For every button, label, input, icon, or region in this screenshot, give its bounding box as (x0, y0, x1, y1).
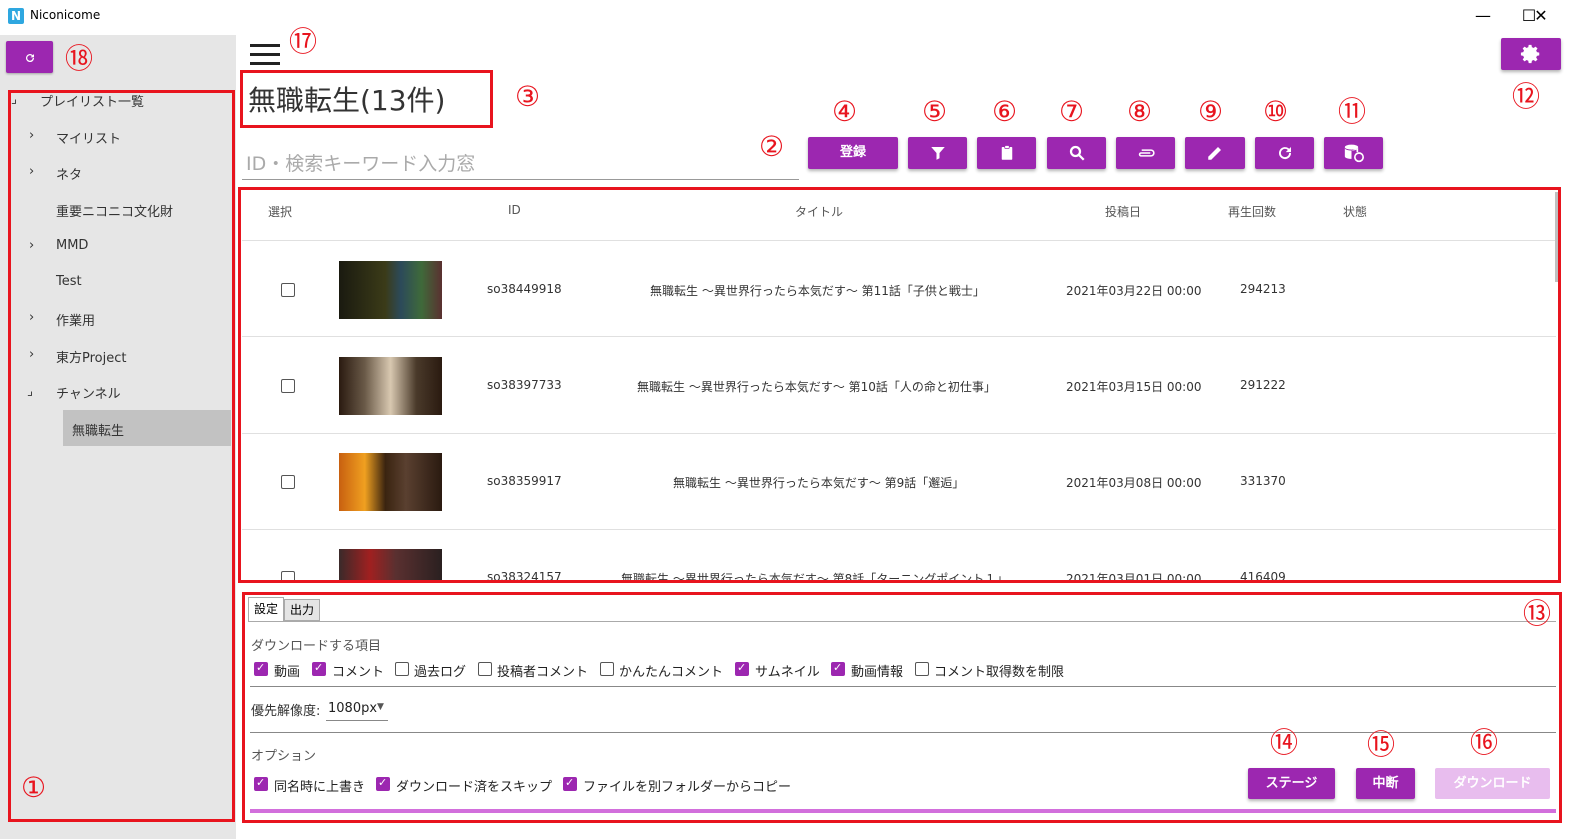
close-button[interactable]: ✕ (1518, 4, 1564, 28)
annotation-1: ① (21, 771, 47, 804)
annotation-8: ⑧ (1127, 95, 1153, 128)
annotation-2: ② (759, 130, 785, 163)
annotation-4: ④ (832, 95, 858, 128)
menu-icon[interactable] (250, 44, 280, 66)
annotation-7: ⑦ (1059, 95, 1085, 128)
register-button[interactable]: 登録 (808, 137, 898, 169)
edit-button[interactable] (1185, 137, 1245, 169)
paperclip-icon (1138, 148, 1155, 157)
annotation-18: ⑱ (65, 42, 94, 75)
annotation-box-3 (240, 70, 493, 128)
search-input[interactable] (242, 148, 799, 180)
annotation-15: ⑮ (1367, 728, 1396, 761)
annotation-5: ⑤ (922, 95, 948, 128)
annotation-box-1 (8, 90, 235, 822)
search-button[interactable] (1047, 137, 1106, 169)
search-icon (1069, 145, 1085, 161)
annotation-box-table (238, 187, 1561, 583)
refresh-tree-button[interactable] (6, 41, 53, 73)
refresh-icon (1278, 146, 1291, 159)
database-sync-icon (1344, 144, 1364, 162)
annotation-3: ③ (515, 80, 541, 113)
clipboard-button[interactable] (977, 137, 1036, 169)
database-sync-button[interactable] (1324, 137, 1383, 169)
filter-icon (930, 146, 945, 160)
pencil-icon (1208, 146, 1221, 160)
annotation-17: ⑰ (289, 25, 318, 58)
annotation-box-13 (242, 592, 1562, 823)
refresh-icon (25, 53, 34, 62)
window-title: Niconicome (30, 8, 101, 22)
title-bar (0, 0, 1581, 32)
annotation-12: ⑫ (1512, 80, 1541, 113)
annotation-11: ⑪ (1338, 95, 1367, 128)
gear-icon (1520, 44, 1540, 63)
annotation-6: ⑥ (992, 95, 1018, 128)
attach-button[interactable] (1116, 137, 1175, 169)
annotation-9: ⑨ (1198, 95, 1224, 128)
annotation-14: ⑭ (1270, 726, 1299, 759)
refresh-button[interactable] (1255, 137, 1314, 169)
annotation-13: ⑬ (1523, 597, 1552, 630)
minimize-icon (1461, 4, 1507, 28)
clipboard-icon (1001, 144, 1012, 160)
filter-button[interactable] (908, 137, 967, 169)
annotation-16: ⑯ (1470, 726, 1499, 759)
annotation-10: ⑩ (1263, 95, 1289, 128)
settings-button[interactable] (1501, 38, 1561, 70)
app-logo-icon: N (8, 8, 24, 24)
